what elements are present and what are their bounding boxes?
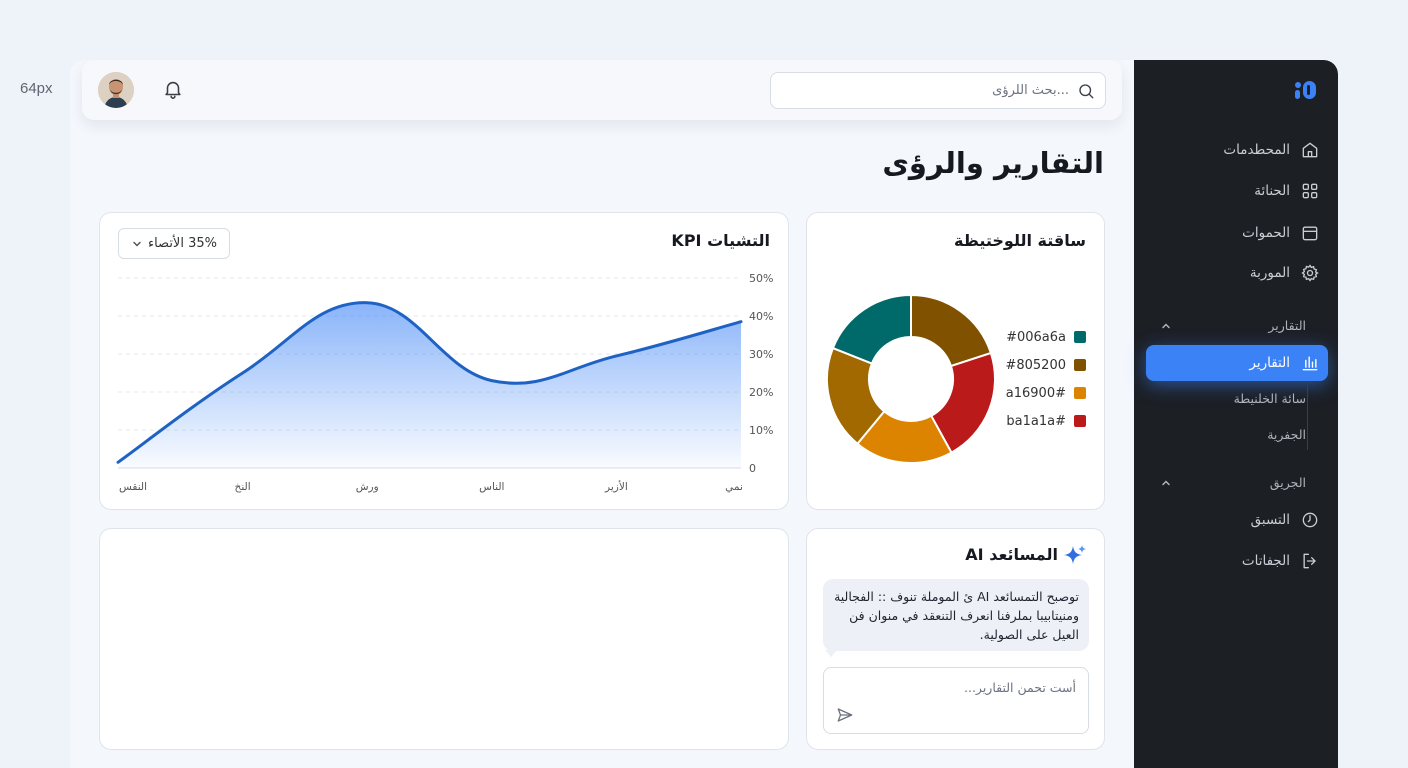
sidebar-subitem[interactable]: الجفرية — [1196, 427, 1306, 442]
x-tick-label: النخ — [235, 481, 251, 493]
y-tick-label: 0 — [749, 462, 756, 475]
ai-message-bubble: توصبح التمسائعد AI ئ الموملة تنوف :: الف… — [823, 579, 1089, 651]
gear-icon — [1301, 264, 1319, 282]
top-bar: بحث اللرؤى... — [82, 60, 1122, 120]
legend-label: #ba1a1a — [1006, 413, 1066, 429]
sidebar-item-label: التسبق — [1250, 512, 1290, 528]
kpi-area-chart: 50% 40% 30% 20% 10% 0 نمي الأزير الناس ورش النخ الن… — [116, 272, 773, 493]
bar-chart-icon — [1302, 356, 1318, 371]
grid-icon — [1302, 183, 1318, 199]
sidebar-item-history[interactable]: التسبق — [1146, 503, 1328, 537]
sidebar-item-reports[interactable]: التقارير — [1146, 345, 1328, 381]
sidebar: المحطدمات الحنائة الحموات الموربة التقار… — [1134, 60, 1338, 768]
sidebar-item-label: المحطدمات — [1223, 142, 1290, 158]
page-title: التقارير والرؤى — [882, 146, 1104, 180]
calendar-icon — [1302, 226, 1318, 241]
y-tick-label: 10% — [749, 424, 773, 437]
donut-legend: #006a6a #805200 #a16900 #ba1a1a — [1005, 323, 1086, 435]
sidebar-item-label: الموربة — [1249, 265, 1290, 281]
donut-chart — [826, 293, 996, 464]
donut-slice — [910, 293, 993, 368]
x-tick-label: الناس — [479, 481, 504, 493]
x-tick-label: الأزير — [604, 480, 628, 493]
sidebar-item-apps[interactable]: الحنائة — [1146, 174, 1328, 208]
y-tick-label: 30% — [749, 348, 773, 361]
search-placeholder: بحث اللرؤى... — [992, 83, 1069, 98]
y-tick-label: 50% — [749, 272, 773, 285]
legend-label: #805200 — [1005, 357, 1066, 373]
legend-item: #ba1a1a — [1005, 407, 1086, 435]
donut-card-title: ساقتة اللوختيظة — [954, 231, 1086, 250]
chevron-up-icon — [1162, 479, 1170, 485]
sidebar-section-secondary[interactable]: الجريق — [1160, 475, 1306, 490]
legend-label: #a16900 — [1005, 385, 1066, 401]
sidebar-item-calendar[interactable]: الحموات — [1146, 216, 1328, 250]
empty-panel — [99, 528, 789, 750]
area-fill — [118, 302, 741, 468]
bell-icon[interactable] — [162, 78, 184, 100]
clock-icon — [1302, 512, 1318, 528]
y-tick-label: 20% — [749, 386, 773, 399]
legend-item: #805200 — [1005, 351, 1086, 379]
kpi-chart-card: التشيات KPI 35% الأتصاء 50% 40% 30% 20% 10% 0… — [99, 212, 789, 510]
sidebar-item-label: الجفاتات — [1241, 553, 1290, 569]
section-label: التقارير — [1268, 318, 1306, 333]
ai-input-placeholder: أست تحمن التقارير... — [964, 680, 1076, 695]
section-label: الجريق — [1269, 475, 1306, 490]
sidebar-subitem[interactable]: سائة الخلنيطة — [1196, 391, 1306, 406]
legend-swatch — [1074, 387, 1086, 399]
submenu-divider — [1307, 382, 1308, 450]
app-frame: بحث اللرؤى... التقارير والرؤى التشيات KP… — [70, 60, 1338, 768]
x-tick-label: النقس — [119, 481, 147, 493]
x-tick-label: ورش — [356, 481, 379, 493]
logout-icon — [1303, 553, 1316, 569]
sidebar-item-settings[interactable]: الموربة — [1146, 256, 1328, 290]
sidebar-item-dashboard[interactable]: المحطدمات — [1146, 133, 1328, 167]
sidebar-item-label: التقارير — [1249, 355, 1290, 371]
legend-label: #006a6a — [1006, 329, 1066, 345]
bubble-tail — [825, 650, 837, 657]
y-tick-label: 40% — [749, 310, 773, 323]
x-tick-label: نمي — [725, 481, 743, 493]
sidebar-item-label: الحنائة — [1254, 183, 1290, 199]
donut-slice — [831, 293, 912, 365]
ai-chat-input[interactable]: أست تحمن التقارير... — [823, 667, 1089, 734]
sidebar-section-reports[interactable]: التقارير — [1160, 318, 1306, 333]
ai-card-title: المسائعد AI — [965, 545, 1058, 564]
home-icon — [1302, 142, 1318, 158]
chevron-up-icon — [1162, 322, 1170, 328]
search-input[interactable]: بحث اللرؤى... — [770, 72, 1106, 109]
legend-item: #006a6a — [1005, 323, 1086, 351]
send-icon[interactable] — [836, 706, 854, 724]
legend-swatch — [1074, 359, 1086, 371]
annotation-label: 64px — [20, 80, 53, 97]
avatar[interactable] — [98, 72, 134, 108]
sidebar-item-logout[interactable]: الجفاتات — [1146, 544, 1328, 578]
legend-swatch — [1074, 331, 1086, 343]
legend-swatch — [1074, 415, 1086, 427]
ai-assistant-card: المسائعد AI توصبح التمسائعد AI ئ الموملة… — [806, 528, 1105, 750]
sidebar-item-label: الحموات — [1242, 225, 1290, 241]
logo-icon — [1295, 81, 1316, 99]
sparkle-icon — [1064, 545, 1086, 564]
search-icon — [1079, 83, 1094, 98]
legend-item: #a16900 — [1005, 379, 1086, 407]
donut-chart-card: ساقتة اللوختيظة #006a6a #805200 #a16900 … — [806, 212, 1105, 510]
